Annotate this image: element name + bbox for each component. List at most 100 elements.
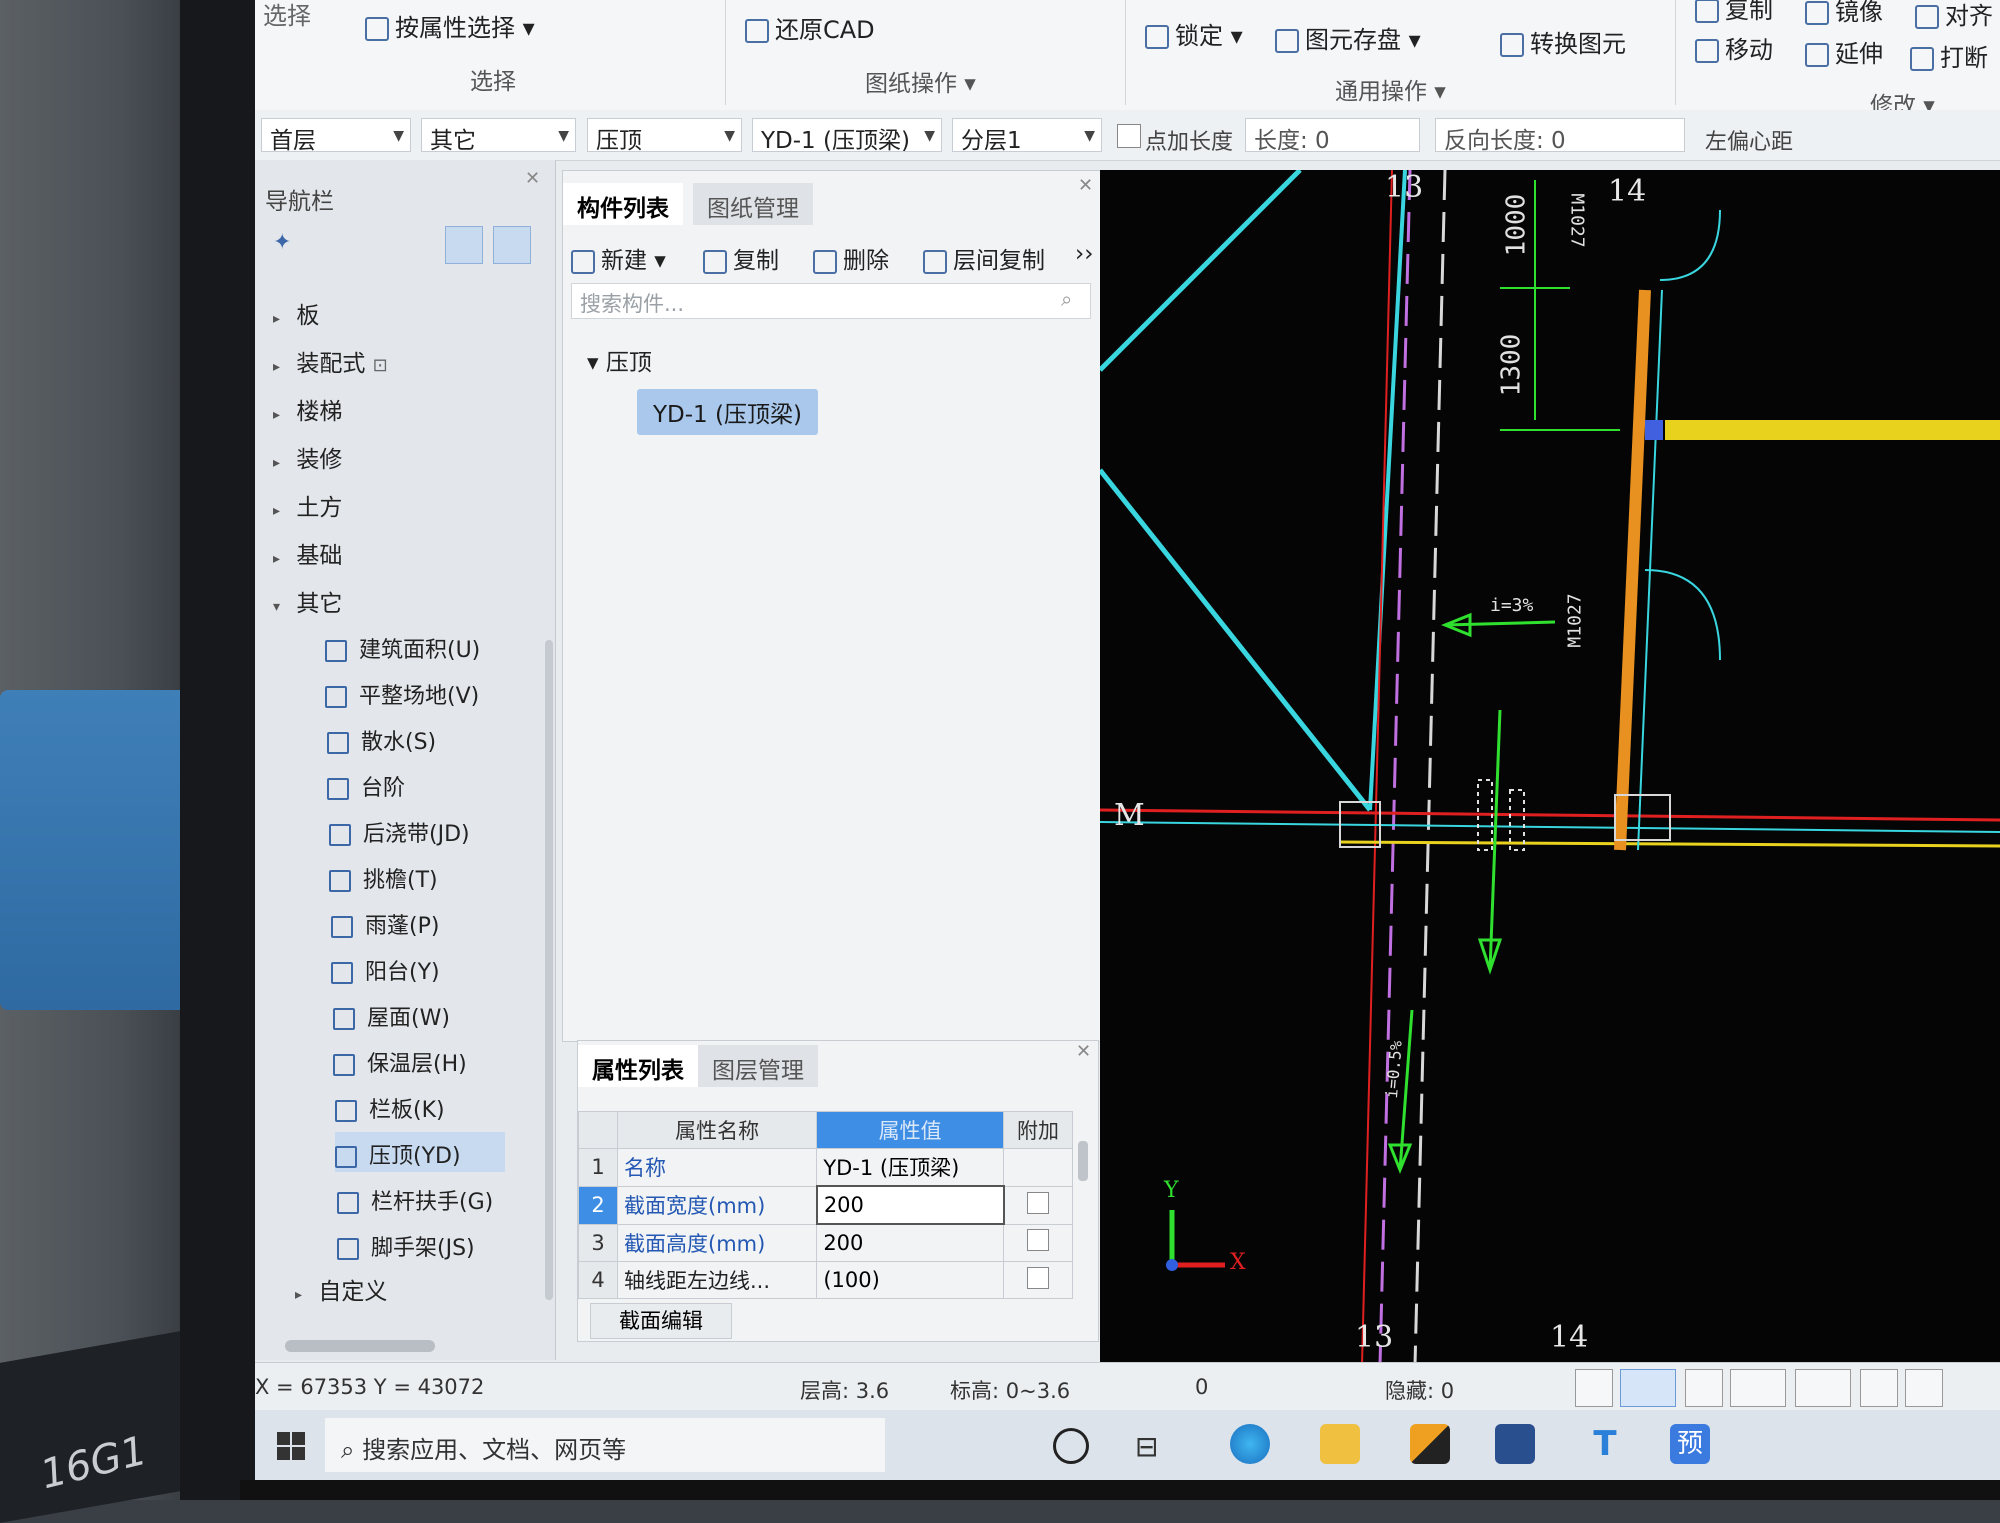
nav-leaf-scaffold[interactable]: 脚手架(JS) — [337, 1230, 475, 1262]
save-element-button[interactable]: 图元存盘 ▾ — [1275, 20, 1421, 55]
table-row[interactable]: 3 截面高度(mm) 200 — [578, 1223, 1073, 1262]
lock-button[interactable]: 锁定 ▾ — [1145, 16, 1243, 51]
windows-start-icon[interactable] — [277, 1432, 305, 1460]
tab-component-list[interactable]: 构件列表 — [563, 183, 683, 225]
yu-app-icon[interactable]: 预 — [1670, 1424, 1710, 1464]
task-view-icon[interactable]: ⊟ — [1135, 1430, 1158, 1463]
nav-leaf-roof[interactable]: 屋面(W) — [333, 1000, 450, 1032]
edge-icon[interactable] — [1230, 1424, 1270, 1464]
delete-button[interactable]: 删除 — [813, 241, 889, 275]
nav-leaf-steps[interactable]: 台阶 — [327, 770, 405, 802]
sticky-app-icon[interactable] — [1410, 1424, 1450, 1464]
table-row[interactable]: 2 截面宽度(mm) 200 — [578, 1185, 1073, 1225]
component-select[interactable]: YD-1 (压顶梁) ▼ — [752, 118, 942, 152]
props-close-icon[interactable]: ✕ — [1076, 1041, 1091, 1062]
nav-leaf-balcony[interactable]: 阳台(Y) — [331, 954, 440, 986]
nav-leaf-parapet[interactable]: 栏板(K) — [335, 1092, 445, 1124]
nav-leaf-site-leveling[interactable]: 平整场地(V) — [325, 678, 479, 710]
select-by-attr-button[interactable]: 按属性选择 ▾ — [365, 8, 535, 43]
component-search-input[interactable]: 搜索构件... — [571, 283, 1091, 319]
row-number: 3 — [578, 1223, 618, 1262]
prop-extra[interactable] — [1003, 1223, 1073, 1262]
more-icon[interactable]: ›› — [1075, 241, 1093, 267]
prop-extra[interactable] — [1003, 1185, 1073, 1225]
nav-category-decoration[interactable]: ▸ 装修 — [273, 440, 342, 474]
search-icon[interactable]: ⌕ — [1061, 287, 1072, 311]
offset-icon[interactable] — [1795, 1369, 1851, 1407]
convert-element-button[interactable]: 转换图元 — [1500, 24, 1626, 59]
cad-app-icon[interactable] — [1495, 1424, 1535, 1464]
reverse-length-input[interactable]: 反向长度: 0 — [1435, 118, 1685, 152]
tree-category[interactable]: ▾ 压顶 — [587, 343, 652, 377]
new-button[interactable]: 新建 ▾ — [571, 241, 666, 275]
t-app-icon[interactable]: T — [1585, 1424, 1625, 1464]
angle-icon[interactable] — [1730, 1369, 1786, 1407]
ortho-icon[interactable] — [1575, 1369, 1613, 1407]
taskbar-search[interactable]: ⌕ 搜索应用、文档、网页等 — [325, 1418, 885, 1472]
nav-vertical-scrollbar[interactable] — [545, 640, 553, 1300]
prop-extra[interactable] — [1003, 1261, 1073, 1299]
nav-category-custom[interactable]: ▸ 自定义 — [295, 1272, 387, 1306]
category-select[interactable]: 其它 ▼ — [421, 118, 576, 152]
prop-value[interactable]: 200 — [816, 1223, 1005, 1262]
add-length-checkbox[interactable] — [1117, 124, 1141, 148]
length-input[interactable]: 长度: 0 — [1245, 118, 1420, 152]
nav-leaf-apron[interactable]: 散水(S) — [327, 724, 436, 756]
extra-checkbox[interactable] — [1027, 1191, 1050, 1214]
restore-cad-button[interactable]: 还原CAD — [745, 10, 875, 45]
align-button[interactable]: 对齐 — [1915, 0, 1993, 31]
tab-drawing-management[interactable]: 图纸管理 — [693, 183, 813, 225]
floor-copy-button[interactable]: 层间复制 — [923, 241, 1045, 275]
nav-leaf-building-area[interactable]: 建筑面积(U) — [325, 632, 480, 664]
arc-icon[interactable] — [1905, 1369, 1943, 1407]
extra-checkbox[interactable] — [1027, 1229, 1050, 1252]
drawing-ops-group[interactable]: 图纸操作 ▾ — [865, 64, 976, 98]
tab-layer-management[interactable]: 图层管理 — [698, 1045, 818, 1087]
general-ops-group[interactable]: 通用操作 ▾ — [1335, 72, 1446, 106]
nav-horizontal-scrollbar[interactable] — [285, 1340, 435, 1352]
nav-leaf-cornice[interactable]: 挑檐(T) — [329, 862, 438, 894]
copy-button[interactable]: 复制 — [703, 241, 779, 275]
prop-value[interactable]: (100) — [816, 1261, 1005, 1299]
detail-view-icon[interactable] — [493, 226, 531, 264]
panel-close-icon[interactable]: ✕ — [1078, 175, 1093, 196]
nav-category-earthwork[interactable]: ▸ 土方 — [273, 488, 342, 522]
section-edit-button[interactable]: 截面编辑 — [590, 1303, 732, 1339]
lock-icon: ⊡ — [372, 355, 388, 376]
tab-properties[interactable]: 属性列表 — [578, 1045, 698, 1087]
pin-icon[interactable]: ✦ — [273, 230, 291, 255]
list-view-icon[interactable] — [445, 226, 483, 264]
nav-close-icon[interactable]: ✕ — [525, 168, 540, 189]
props-scrollbar[interactable] — [1078, 1141, 1088, 1181]
nav-category-slab[interactable]: ▸ 板 — [273, 296, 319, 330]
copy-tool-button[interactable]: 复制 — [1695, 0, 1773, 25]
nav-category-foundation[interactable]: ▸ 基础 — [273, 536, 342, 570]
extra-checkbox[interactable] — [1027, 1266, 1050, 1289]
nav-leaf-canopy[interactable]: 雨蓬(P) — [331, 908, 439, 940]
prop-value-editing[interactable]: 200 — [815, 1185, 1005, 1225]
view-icon[interactable] — [1860, 1369, 1898, 1407]
type-select[interactable]: 压顶 ▼ — [587, 118, 742, 152]
extend-button[interactable]: 延伸 — [1805, 34, 1883, 69]
break-button[interactable]: 打断 — [1910, 38, 1988, 73]
nav-category-prefab[interactable]: ▸ 装配式 ⊡ — [273, 344, 388, 378]
nav-leaf-railing[interactable]: 栏杆扶手(G) — [337, 1184, 493, 1216]
prop-value[interactable]: YD-1 (压顶梁) — [816, 1148, 1005, 1187]
table-row[interactable]: 1 名称 YD-1 (压顶梁) — [578, 1148, 1073, 1187]
table-row[interactable]: 4 轴线距左边线... (100) — [578, 1261, 1073, 1299]
mirror-button[interactable]: 镜像 — [1805, 0, 1883, 27]
move-button[interactable]: 移动 — [1695, 30, 1773, 65]
nav-category-stairs[interactable]: ▸ 楼梯 — [273, 392, 342, 426]
cad-canvas[interactable]: 13 14 13 14 M 1000 1300 M1027 M1027 i=3%… — [1100, 170, 2000, 1365]
nav-leaf-insulation[interactable]: 保温层(H) — [333, 1046, 467, 1078]
layer-select[interactable]: 分层1 ▼ — [952, 118, 1102, 152]
cross-icon[interactable] — [1685, 1369, 1723, 1407]
floor-select[interactable]: 首层 ▼ — [261, 118, 411, 152]
tree-item-selected[interactable]: YD-1 (压顶梁) — [637, 389, 818, 435]
nav-leaf-post-cast-strip[interactable]: 后浇带(JD) — [329, 816, 470, 848]
nav-leaf-coping-selected[interactable]: 压顶(YD) — [335, 1132, 505, 1172]
snap-rect-icon[interactable] — [1620, 1369, 1676, 1407]
file-explorer-icon[interactable] — [1320, 1424, 1360, 1464]
nav-category-other[interactable]: ▾ 其它 — [273, 584, 342, 618]
cortana-icon[interactable] — [1053, 1428, 1089, 1464]
